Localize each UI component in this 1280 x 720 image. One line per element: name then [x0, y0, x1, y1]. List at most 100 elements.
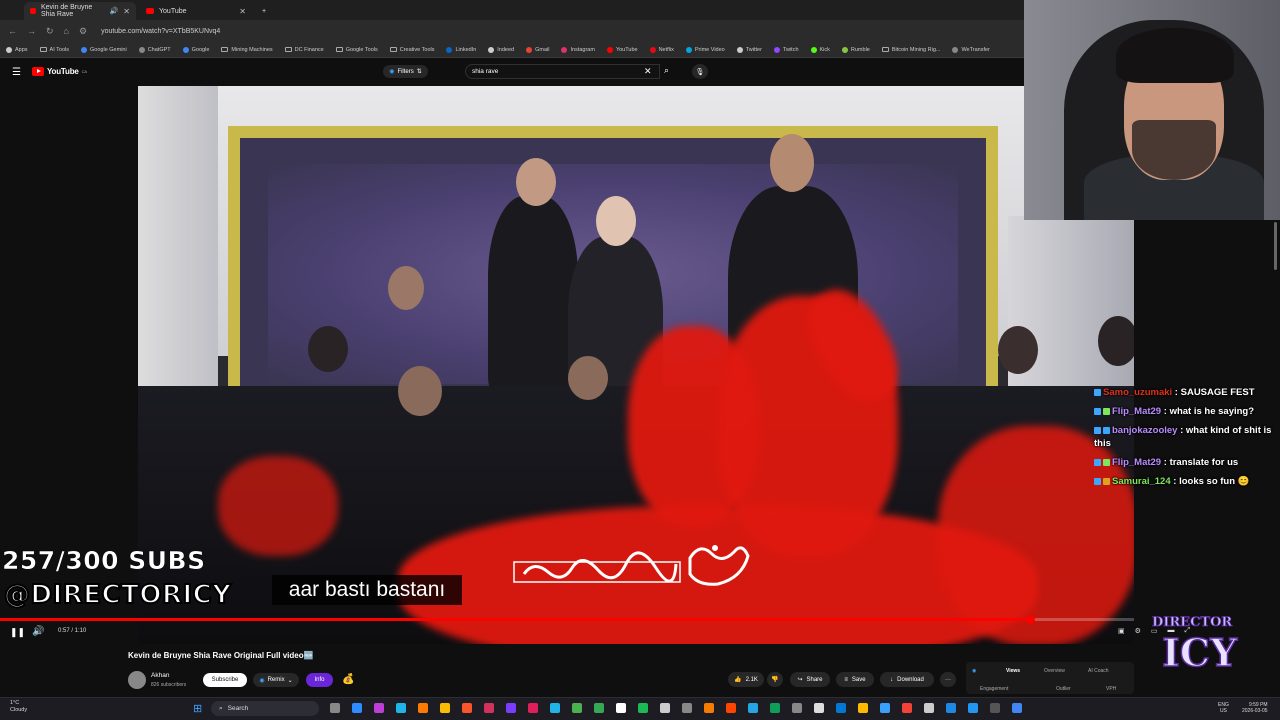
more-actions-button[interactable]: ···: [940, 672, 956, 687]
taskbar-app-icon[interactable]: [814, 703, 824, 713]
hamburger-menu-icon[interactable]: ☰: [12, 67, 21, 78]
download-button[interactable]: ↓ Download: [880, 672, 934, 687]
settings-icon[interactable]: ⚙: [1135, 627, 1141, 635]
like-button[interactable]: 👍 2.1K: [728, 672, 764, 687]
bookmark-item[interactable]: LinkedIn: [446, 46, 476, 53]
taskbar-app-icon[interactable]: [1012, 703, 1022, 713]
bookmark-item[interactable]: Bitcoin Mining Rig...: [881, 47, 940, 53]
taskbar-search[interactable]: ⌕ Search: [211, 701, 319, 716]
reload-icon[interactable]: ↻: [46, 26, 54, 37]
taskbar-app-icon[interactable]: [748, 703, 758, 713]
taskbar-app-icon[interactable]: [990, 703, 1000, 713]
bookmark-item[interactable]: Gmail: [526, 46, 549, 53]
share-button[interactable]: ↪ Share: [790, 672, 830, 687]
taskbar-app-icon[interactable]: [946, 703, 956, 713]
taskbar-app-icon[interactable]: [396, 703, 406, 713]
home-icon[interactable]: ⌂: [64, 26, 69, 37]
taskbar-app-icon[interactable]: [594, 703, 604, 713]
bookmark-item[interactable]: WeTransfer: [952, 46, 990, 53]
taskbar-app-icon[interactable]: [418, 703, 428, 713]
taskbar-app-icon[interactable]: [616, 703, 626, 713]
taskbar-app-icon[interactable]: [770, 703, 780, 713]
bookmark-item[interactable]: DC Finance: [284, 47, 324, 53]
search-input[interactable]: shia rave: [465, 64, 660, 79]
dislike-button[interactable]: 👎: [767, 672, 783, 687]
tab-close-icon[interactable]: ✕: [123, 7, 130, 16]
taskbar-app-icon[interactable]: [726, 703, 736, 713]
avatar[interactable]: [128, 671, 146, 689]
taskbar-app-icon[interactable]: [704, 703, 714, 713]
info-button[interactable]: Info: [306, 673, 333, 687]
bookmark-item[interactable]: Kick: [810, 46, 830, 53]
bookmark-item[interactable]: Netflix: [649, 46, 674, 53]
clear-search-icon[interactable]: ✕: [644, 66, 652, 77]
taskbar-app-icon[interactable]: [440, 703, 450, 713]
taskbar-app-icon[interactable]: [924, 703, 934, 713]
bookmark-item[interactable]: Twitch: [773, 46, 799, 53]
taskbar-app-icon[interactable]: [550, 703, 560, 713]
bookmark-item[interactable]: Twitter: [736, 46, 762, 53]
captions-icon[interactable]: ▣: [1118, 627, 1125, 635]
taskbar-app-icon[interactable]: [836, 703, 846, 713]
taskbar-app-icon[interactable]: [352, 703, 362, 713]
taskbar-app-icon[interactable]: [638, 703, 648, 713]
search-icon[interactable]: ⌕: [664, 65, 669, 76]
tab-youtube[interactable]: YouTube ✕: [140, 2, 252, 20]
bookmark-item[interactable]: Prime Video: [685, 46, 725, 53]
bookmark-item[interactable]: ChatGPT: [138, 46, 171, 53]
channel-name[interactable]: Akhan: [151, 672, 169, 679]
language-indicator[interactable]: ENG US: [1218, 702, 1229, 714]
windows-start-icon[interactable]: ⊞: [193, 702, 202, 715]
taskbar-app-icon[interactable]: [506, 703, 516, 713]
back-icon[interactable]: ←: [8, 26, 17, 37]
bookmark-item[interactable]: YouTube: [606, 46, 638, 53]
taskbar-app-icon[interactable]: [484, 703, 494, 713]
microphone-icon[interactable]: 🎙: [692, 64, 708, 79]
taskbar-app-icon[interactable]: [660, 703, 670, 713]
volume-icon[interactable]: 🔊: [32, 626, 44, 637]
progress-scrubber[interactable]: [1025, 615, 1035, 624]
bookmark-item[interactable]: Rumble: [841, 46, 870, 53]
taskbar-app-icon[interactable]: [330, 703, 340, 713]
taskbar-app-icon[interactable]: [462, 703, 472, 713]
bookmark-item[interactable]: AI Tools: [39, 47, 69, 53]
tab-ai-coach[interactable]: AI Coach: [1088, 668, 1109, 674]
weather-widget[interactable]: 1°C Cloudy: [10, 700, 27, 714]
taskbar-app-icon[interactable]: [792, 703, 802, 713]
taskbar-app-icon[interactable]: [968, 703, 978, 713]
url-field[interactable]: youtube.com/watch?v=XTbB5KUNvq4: [101, 28, 220, 35]
taskbar-app-icon[interactable]: [374, 703, 384, 713]
taskbar-app-icon[interactable]: [880, 703, 890, 713]
bookmark-item[interactable]: Indeed: [488, 46, 514, 53]
bookmark-item[interactable]: Creative Tools: [389, 47, 434, 53]
taskbar-app-icon[interactable]: [528, 703, 538, 713]
bookmark-item[interactable]: Apps: [6, 46, 28, 53]
bookmark-item[interactable]: Mining Machines: [221, 47, 273, 53]
youtube-logo[interactable]: YouTube CA: [32, 67, 87, 76]
clock[interactable]: 9:59 PM 2026-03-05: [1242, 702, 1268, 714]
money-bag-icon[interactable]: 💰: [342, 674, 354, 685]
taskbar-app-icon[interactable]: [682, 703, 692, 713]
bookmark-item[interactable]: Instagram: [561, 46, 595, 53]
chat-message: Samurai_124 : looks so fun 😊: [1094, 475, 1280, 488]
bookmark-item[interactable]: Google Gemini: [81, 46, 127, 53]
bookmark-item[interactable]: Google Tools: [335, 47, 378, 53]
subscribe-button[interactable]: Subscribe: [203, 673, 247, 687]
tab-video[interactable]: Kevin de Bruyne Shia Rave 🔊 ✕: [24, 2, 136, 20]
new-tab-button[interactable]: +: [256, 2, 272, 20]
remix-button[interactable]: ◉ Remix ⌄: [253, 673, 299, 687]
chat-scrollbar[interactable]: [1274, 222, 1277, 270]
tab-views[interactable]: Views: [1006, 668, 1020, 674]
forward-icon[interactable]: →: [27, 26, 36, 37]
filters-button[interactable]: ◉ Filters ⇅: [383, 65, 428, 78]
pause-icon[interactable]: ❚❚: [10, 627, 25, 638]
tab-close-icon[interactable]: ✕: [239, 7, 246, 16]
taskbar-app-icon[interactable]: [902, 703, 912, 713]
tab-overview[interactable]: Overview: [1044, 668, 1065, 674]
video-player[interactable]: aar bastı bastanı: [138, 86, 1134, 644]
taskbar-app-icon[interactable]: [858, 703, 868, 713]
bookmark-item[interactable]: Google: [182, 46, 209, 53]
taskbar-app-icon[interactable]: [572, 703, 582, 713]
site-info-icon[interactable]: ⚙: [79, 26, 87, 37]
save-button[interactable]: ≡ Save: [836, 672, 874, 687]
